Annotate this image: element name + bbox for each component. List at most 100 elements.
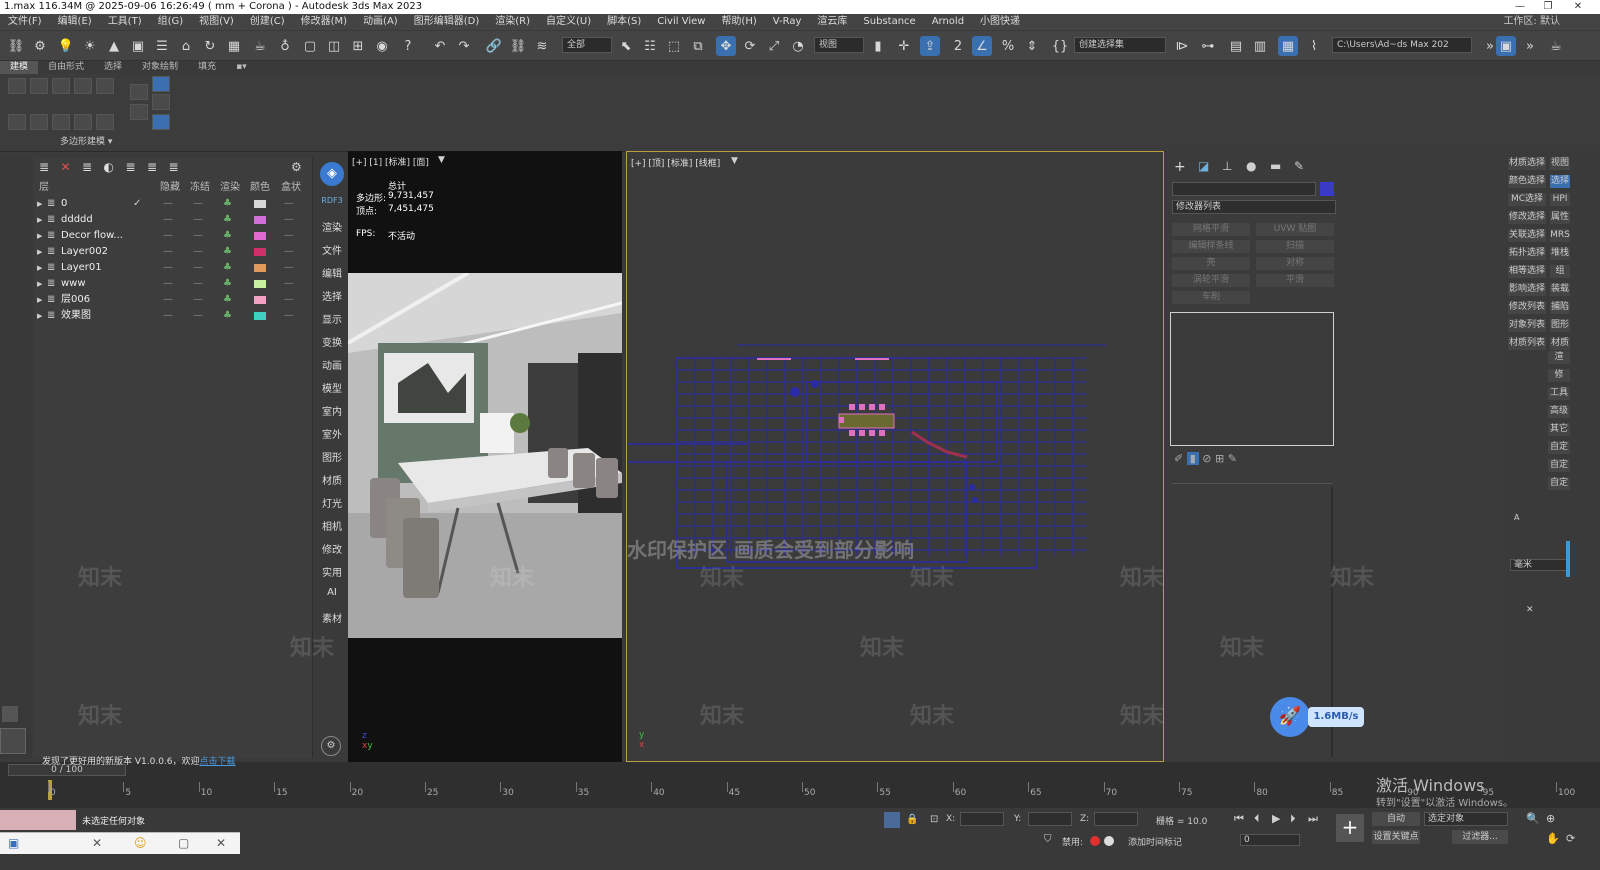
mini-a-button[interactable]: A bbox=[1514, 513, 1519, 522]
ref-coord-dropdown[interactable]: 视图 bbox=[814, 37, 864, 53]
ribbon-tool-1[interactable] bbox=[8, 78, 26, 94]
header-layer[interactable]: 层 bbox=[39, 180, 49, 196]
right-small-button[interactable]: 自定 bbox=[1548, 477, 1570, 490]
right-button[interactable]: 影响选择 bbox=[1508, 283, 1546, 296]
filters-button[interactable]: 过滤器... bbox=[1452, 830, 1508, 844]
set-key-plus-icon[interactable]: + bbox=[1336, 814, 1364, 842]
cone-icon[interactable]: ▲ bbox=[104, 36, 124, 56]
maxscript-listener[interactable] bbox=[0, 810, 76, 830]
header-color[interactable]: 颜色 bbox=[250, 180, 270, 196]
play-strip-icon[interactable] bbox=[2, 706, 18, 722]
rotate-tool-icon[interactable]: ⟳ bbox=[740, 36, 760, 56]
move-icon[interactable]: ✥ bbox=[716, 36, 736, 56]
layer-name[interactable]: ddddd bbox=[61, 212, 93, 228]
object-color-swatch[interactable] bbox=[1320, 182, 1334, 196]
menu-help[interactable]: 帮助(H) bbox=[713, 14, 764, 30]
spinner-snap-icon[interactable]: ⇕ bbox=[1022, 36, 1042, 56]
right-button[interactable]: 修改选择 bbox=[1508, 211, 1546, 224]
modifier-button[interactable]: 扫描 bbox=[1256, 240, 1334, 253]
viewport-camera[interactable]: [+] [1] [标准] [面] ▼ 总计 多边形: 9,731,457 顶点:… bbox=[348, 151, 622, 762]
right-button[interactable]: HPI bbox=[1550, 193, 1570, 206]
sidenav-item[interactable]: AI bbox=[316, 587, 348, 598]
modifier-button[interactable]: 网格平滑 bbox=[1172, 223, 1250, 236]
sidenav-item[interactable]: 相机 bbox=[316, 518, 348, 533]
mirror-icon[interactable]: ⧐ bbox=[1172, 36, 1192, 56]
ribbon-tool-4[interactable] bbox=[74, 78, 92, 94]
cube-logo-icon[interactable]: ◈ bbox=[320, 162, 344, 186]
layer-filter-icon[interactable]: ≣ bbox=[147, 160, 157, 174]
layer-color-swatch[interactable] bbox=[254, 216, 266, 224]
link-icon[interactable]: ⛓ bbox=[6, 36, 26, 56]
absolute-mode-icon[interactable]: ⊡ bbox=[930, 814, 938, 825]
goto-end-icon[interactable]: ⏭ bbox=[1308, 812, 1318, 826]
ribbon-toggle-icon[interactable]: ▦ bbox=[1278, 36, 1298, 56]
modifier-button[interactable]: 编辑样条线 bbox=[1172, 240, 1250, 253]
ribbon-vertex-icon[interactable] bbox=[152, 76, 170, 92]
right-button[interactable]: 关联选择 bbox=[1508, 229, 1546, 242]
motion-tab-icon[interactable]: ● bbox=[1246, 159, 1256, 173]
menu-substance[interactable]: Substance bbox=[855, 14, 923, 30]
isolate-icon[interactable] bbox=[884, 812, 900, 828]
delete-layer-icon[interactable]: ✕ bbox=[61, 160, 71, 174]
z-coord-field[interactable] bbox=[1094, 812, 1138, 826]
freeze-toggle[interactable]: — bbox=[193, 228, 203, 244]
layer-color-swatch[interactable] bbox=[254, 280, 266, 288]
light-icon[interactable]: 💡 bbox=[56, 36, 76, 56]
prev-frame-icon[interactable]: ⏴ bbox=[1254, 812, 1260, 826]
modifier-button[interactable]: 壳 bbox=[1172, 257, 1250, 270]
right-button[interactable]: 材质列表 bbox=[1508, 337, 1546, 350]
set-key-button[interactable]: 设置关键点 bbox=[1372, 830, 1420, 844]
manipulate-icon[interactable]: ✛ bbox=[894, 36, 914, 56]
align-icon[interactable]: ⊶ bbox=[1198, 36, 1218, 56]
render-teapot-icon[interactable]: ♣ bbox=[223, 212, 232, 228]
box-toggle[interactable]: — bbox=[284, 196, 294, 212]
lock-icon[interactable]: 🔒 bbox=[906, 814, 918, 825]
sidenav-item[interactable]: 选择 bbox=[316, 288, 348, 303]
teapot-render-icon[interactable]: ☕ bbox=[1546, 36, 1566, 56]
rect-select-icon[interactable]: ⬚ bbox=[664, 36, 684, 56]
ribbon-tool-9[interactable] bbox=[74, 114, 92, 130]
zoom-all-icon[interactable]: ⊕ bbox=[1546, 812, 1555, 825]
box-toggle[interactable]: — bbox=[284, 244, 294, 260]
layer-color-swatch[interactable] bbox=[254, 232, 266, 240]
layer-color-swatch[interactable] bbox=[254, 312, 266, 320]
taskbar-close-icon[interactable]: ✕ bbox=[92, 836, 102, 850]
maximize-icon[interactable]: ❐ bbox=[1536, 0, 1560, 14]
hide-toggle[interactable]: — bbox=[163, 196, 173, 212]
box-toggle[interactable]: — bbox=[284, 308, 294, 324]
pin-stack-icon[interactable]: ✐ ▮ ⊘ ⊞ ✎ bbox=[1174, 452, 1237, 465]
layers-icon[interactable]: ≣ bbox=[39, 160, 49, 174]
layer-name[interactable]: 0 bbox=[61, 196, 67, 212]
menu-view[interactable]: 视图(V) bbox=[191, 14, 242, 30]
layer-row[interactable]: ▶ ≣ 0 ✓ — — ♣ — bbox=[33, 196, 308, 212]
render-teapot-icon[interactable]: ♣ bbox=[223, 308, 232, 324]
tab-populate[interactable]: 填充 bbox=[188, 61, 226, 74]
expand-icon[interactable]: ▶ bbox=[37, 228, 42, 244]
sidenav-item[interactable]: 实用 bbox=[316, 564, 348, 579]
right-small-button[interactable]: 自定 bbox=[1548, 441, 1570, 454]
viewport-layout-icon[interactable] bbox=[0, 728, 26, 754]
undo-icon[interactable]: ↶ bbox=[430, 36, 450, 56]
freeze-toggle[interactable]: — bbox=[193, 244, 203, 260]
viewport-filter-icon[interactable]: ▼ bbox=[438, 155, 445, 165]
taskbar-app-icon[interactable]: ▣ bbox=[8, 836, 19, 850]
key-filter-dropdown[interactable]: 选定对象 bbox=[1424, 812, 1508, 826]
tab-freeform[interactable]: 自由形式 bbox=[38, 61, 94, 74]
menu-arnold[interactable]: Arnold bbox=[924, 14, 972, 30]
list-icon[interactable]: ☰ bbox=[152, 36, 172, 56]
window-icon[interactable]: ◫ bbox=[324, 36, 344, 56]
right-button[interactable]: 装载 bbox=[1550, 283, 1570, 296]
percent-snap-icon[interactable]: % bbox=[998, 36, 1018, 56]
play-icon[interactable]: ▶ bbox=[1272, 812, 1280, 825]
bulb-icon[interactable]: ♁ bbox=[275, 36, 295, 56]
select-object-icon[interactable]: ⬉ bbox=[616, 36, 636, 56]
freeze-toggle[interactable]: — bbox=[193, 276, 203, 292]
redo-icon[interactable]: ↷ bbox=[454, 36, 474, 56]
hide-toggle[interactable]: — bbox=[163, 308, 173, 324]
expand-icon[interactable]: » bbox=[1520, 36, 1540, 56]
freeze-toggle[interactable]: — bbox=[193, 196, 203, 212]
ribbon-tool-5[interactable] bbox=[96, 78, 114, 94]
grid-icon[interactable]: ⊞ bbox=[348, 36, 368, 56]
layer-row[interactable]: ▶ ≣ www — — ♣ — bbox=[33, 276, 308, 292]
ribbon-border-icon[interactable] bbox=[152, 114, 170, 130]
